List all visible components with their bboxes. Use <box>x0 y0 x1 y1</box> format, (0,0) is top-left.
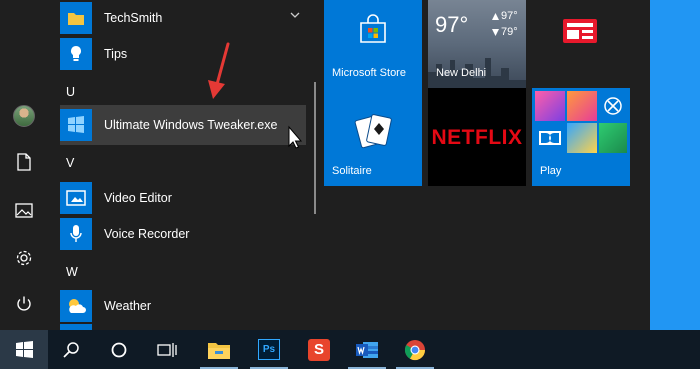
settings-button[interactable] <box>4 238 44 278</box>
down-arrow-icon <box>492 29 499 36</box>
word-button[interactable] <box>344 330 390 369</box>
city-skyline <box>428 58 526 88</box>
list-item-voice-recorder[interactable]: Voice Recorder <box>60 216 310 252</box>
task-view-button[interactable] <box>144 330 190 369</box>
tile-solitaire[interactable]: Solitaire <box>324 88 422 186</box>
weather-high: 97° <box>501 10 518 22</box>
list-item-weather[interactable]: Weather <box>60 288 310 324</box>
task-view-icon <box>157 342 177 357</box>
photoshop-icon: Ps <box>258 339 280 360</box>
app-label: TechSmith <box>104 11 163 25</box>
tile-netflix[interactable]: NETFLIX <box>428 88 526 186</box>
avatar <box>13 105 35 127</box>
video-editor-icon <box>60 182 92 214</box>
cortana-button[interactable] <box>96 330 142 369</box>
chevron-down-icon[interactable] <box>290 12 300 18</box>
power-button[interactable] <box>4 284 44 324</box>
taskbar: Ps S <box>0 330 700 369</box>
store-bag-icon <box>360 14 386 43</box>
app-label: Weather <box>104 299 152 313</box>
word-icon <box>356 341 378 358</box>
cortana-icon <box>111 342 127 357</box>
document-icon <box>17 153 31 171</box>
list-item-tips[interactable]: Tips <box>60 36 310 72</box>
lightbulb-icon <box>60 38 92 70</box>
section-letter-u[interactable]: U <box>66 85 75 99</box>
photoshop-button[interactable]: Ps <box>246 330 292 369</box>
windows-tweaker-icon <box>60 109 92 141</box>
tile-label: Play <box>540 165 562 177</box>
tile-label: New Delhi <box>436 67 487 79</box>
netflix-logo: NETFLIX <box>431 126 523 149</box>
start-button[interactable] <box>0 330 48 369</box>
app-label: Ultimate Windows Tweaker.exe <box>104 118 278 132</box>
app-list: TechSmith Tips U Ultimate Windows Tweake… <box>48 0 318 330</box>
tile-label: Microsoft Store <box>332 67 406 79</box>
up-arrow-icon <box>492 13 499 20</box>
user-avatar[interactable] <box>4 96 44 136</box>
list-item-techsmith[interactable]: TechSmith <box>60 0 310 36</box>
microphone-icon <box>60 218 92 250</box>
xbox-icon <box>599 91 627 121</box>
news-icon <box>563 19 597 43</box>
section-letter-v[interactable]: V <box>66 156 74 170</box>
pictures-button[interactable] <box>4 190 44 230</box>
tile-label: Solitaire <box>332 165 372 177</box>
game-thumbnail-green <box>599 123 627 153</box>
tile-weather[interactable]: 97° 97° 79° New Delhi <box>428 0 526 88</box>
search-icon <box>63 341 79 358</box>
documents-button[interactable] <box>4 142 44 182</box>
list-item-ultimate-windows-tweaker[interactable]: Ultimate Windows Tweaker.exe <box>60 105 306 145</box>
tile-news[interactable] <box>532 0 630 88</box>
weather-sun-icon <box>60 290 92 322</box>
app-list-scrollbar[interactable] <box>314 82 316 214</box>
tile-play[interactable]: Play <box>532 88 630 186</box>
chrome-icon <box>404 339 426 360</box>
app-label: Video Editor <box>104 191 172 205</box>
settings-gear-icon <box>16 250 32 266</box>
snagit-icon: S <box>308 338 330 361</box>
file-explorer-button[interactable] <box>196 330 242 369</box>
start-rail <box>0 0 48 330</box>
app-label: Voice Recorder <box>104 227 190 241</box>
pictures-icon <box>15 202 33 218</box>
game-thumbnail-candy <box>535 91 565 121</box>
power-icon <box>17 296 31 311</box>
weather-temperature: 97° <box>435 12 469 37</box>
dolby-icon <box>535 123 565 153</box>
tile-microsoft-store[interactable]: Microsoft Store <box>324 0 422 88</box>
folder-icon <box>60 2 92 34</box>
game-thumbnail-disney <box>567 123 597 153</box>
start-menu: TechSmith Tips U Ultimate Windows Tweake… <box>0 0 650 330</box>
list-item-video-editor[interactable]: Video Editor <box>60 180 310 216</box>
game-thumbnail-candy2 <box>567 91 597 121</box>
cards-icon <box>354 114 392 149</box>
chrome-button[interactable] <box>392 330 438 369</box>
windows-start-icon <box>15 341 33 358</box>
app-label: Tips <box>104 47 128 61</box>
snagit-button[interactable]: S <box>296 330 342 369</box>
search-button[interactable] <box>48 330 94 369</box>
weather-low: 79° <box>501 26 518 38</box>
section-letter-w[interactable]: W <box>66 265 78 279</box>
file-explorer-icon <box>208 342 230 359</box>
